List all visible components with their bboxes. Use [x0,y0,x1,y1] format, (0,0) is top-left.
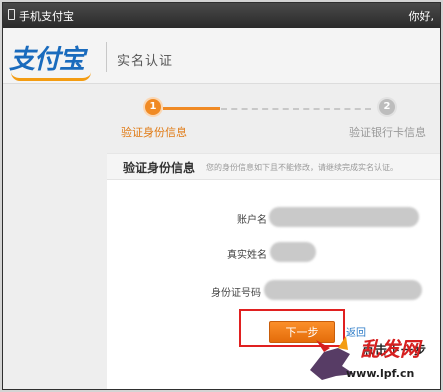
id-number-label: 身份证号码 [211,288,261,299]
page-header: 支付宝 实名认证 [3,28,440,84]
step-label: 验证银行卡信息 [349,126,426,139]
progress-steps: 1 验证身份信息 2 验证银行卡信息 [3,83,440,143]
real-name-value-redacted [270,242,316,262]
step-connector-done [163,107,220,110]
step-number: 1 [145,99,161,115]
step-label: 验证身份信息 [121,126,187,139]
real-name-label: 真实姓名 [227,250,267,261]
title-bar: 手机支付宝 你好, [3,3,440,28]
app-title: 手机支付宝 [19,10,74,23]
header-divider [106,42,107,72]
id-number-value-redacted [264,280,422,300]
alipay-logo: 支付宝 [9,45,85,75]
watermark-text: 乱发网 [360,337,420,361]
greeting-text: 你好, [408,10,435,23]
account-name-value-redacted [269,207,419,227]
section-title: 验证身份信息 [123,161,196,175]
section-hint: 您的身份信息如下且不能修改，请继续完成实名认证。 [206,163,398,172]
phone-icon [8,9,15,20]
step-connector-pending [221,108,371,110]
section-header: 验证身份信息 您的身份信息如下且不能修改，请继续完成实名认证。 [107,154,440,180]
account-name-label: 账户名 [237,215,267,226]
page-title: 实名认证 [117,54,174,69]
watermark-url: www.lpf.cn [346,367,415,380]
logo-swoosh-icon [11,72,91,81]
step-number: 2 [379,99,395,115]
